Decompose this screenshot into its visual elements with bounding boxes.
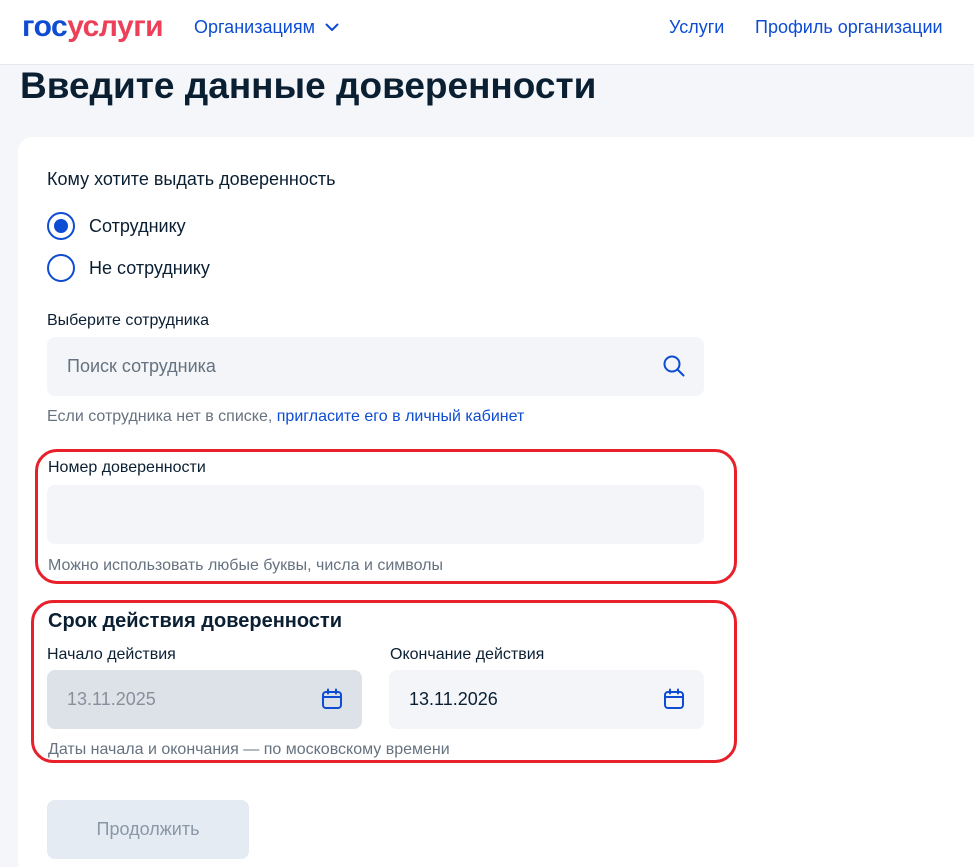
employee-hint: Если сотрудника нет в списке, пригласите… [47, 407, 524, 427]
organizations-menu-label: Организациям [194, 17, 315, 37]
radio-label-non-employee: Не сотруднику [89, 258, 210, 278]
validity-hint: Даты начала и окончания — по московскому… [48, 741, 450, 758]
start-date-value: 13.11.2025 [67, 689, 156, 709]
page-title: Введите данные доверенности [20, 65, 597, 106]
invite-employee-link[interactable]: пригласите его в личный кабинет [277, 408, 525, 425]
start-date-label: Начало действия [47, 646, 176, 663]
radio-label-employee: Сотруднику [89, 216, 186, 236]
radio-button-unselected[interactable] [47, 254, 75, 282]
search-icon[interactable] [662, 354, 686, 383]
nav-link-services[interactable]: Услуги [669, 17, 724, 37]
employee-hint-text: Если сотрудника нет в списке, [47, 408, 277, 425]
end-date-input[interactable]: 13.11.2026 [389, 670, 704, 729]
poa-number-hint: Можно использовать любые буквы, числа и … [48, 557, 443, 574]
employee-search-placeholder: Поиск сотрудника [67, 356, 216, 376]
top-header: госуслуги Организациям Услуги Профиль ор… [0, 0, 974, 65]
gosuslugi-logo[interactable]: госуслуги [22, 10, 164, 44]
nav-link-org-profile[interactable]: Профиль организации [755, 17, 943, 37]
calendar-icon [320, 687, 344, 716]
radio-option-employee[interactable]: Сотруднику [47, 212, 186, 240]
logo-part-gos: гос [22, 10, 68, 43]
radio-option-non-employee[interactable]: Не сотруднику [47, 254, 210, 282]
end-date-value: 13.11.2026 [409, 689, 498, 709]
radio-button-selected[interactable] [47, 212, 75, 240]
end-date-label: Окончание действия [390, 646, 545, 663]
poa-number-input[interactable] [47, 485, 704, 544]
poa-number-label: Номер доверенности [48, 459, 206, 476]
organizations-menu[interactable]: Организациям [194, 17, 339, 37]
calendar-icon[interactable] [662, 687, 686, 716]
recipient-question: Кому хотите выдать доверенность [47, 169, 336, 189]
validity-section-title: Срок действия доверенности [48, 610, 343, 632]
logo-part-uslugi: услуги [67, 10, 164, 43]
employee-label: Выберите сотрудника [47, 312, 209, 329]
continue-button[interactable]: Продолжить [47, 800, 249, 859]
employee-search-input[interactable]: Поиск сотрудника [47, 337, 704, 396]
start-date-input: 13.11.2025 [47, 670, 362, 729]
chevron-down-icon [325, 23, 339, 32]
